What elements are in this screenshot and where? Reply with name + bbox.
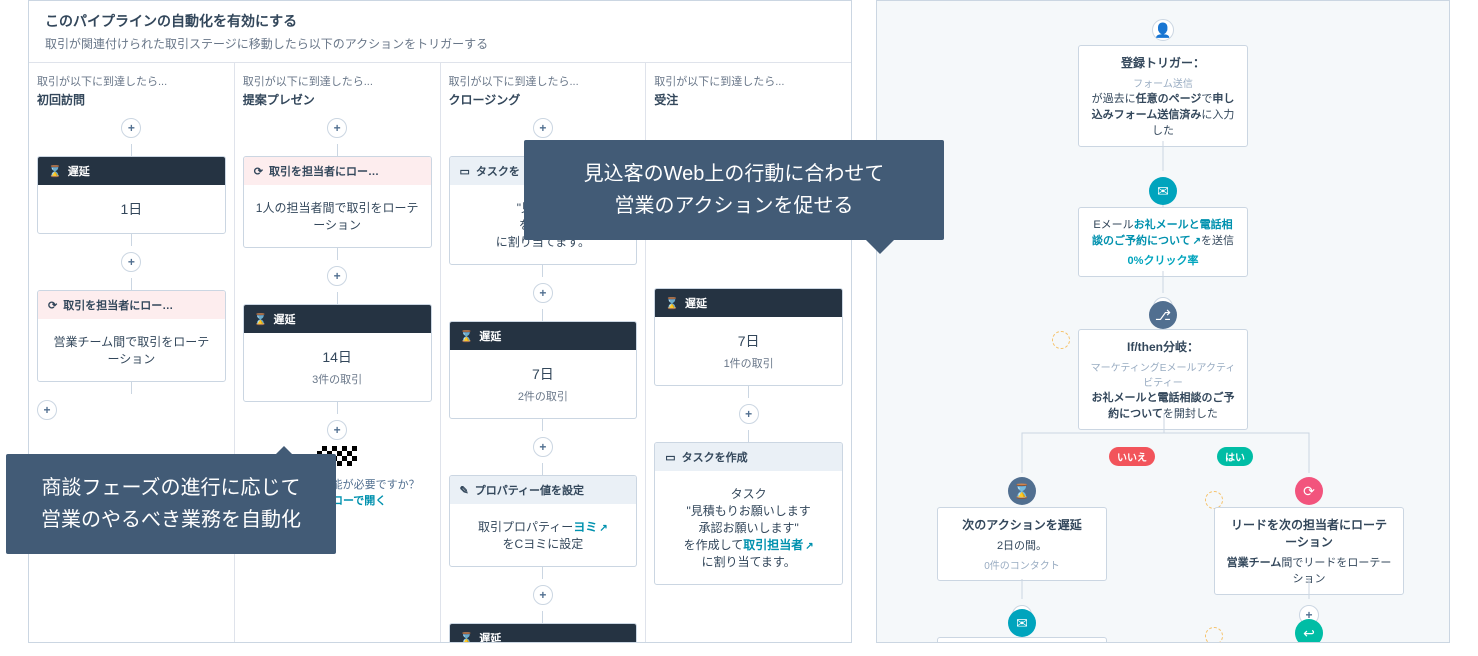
- property-link[interactable]: ヨミ: [573, 520, 607, 534]
- stage-name: 受注: [654, 91, 843, 108]
- rotate-owner-card[interactable]: ⟳取引を担当者にロー… 営業チーム間で取引をローテーション: [37, 290, 226, 382]
- delay-card[interactable]: ⌛遅延 7日1件の取引: [654, 288, 843, 386]
- add-action-button[interactable]: +: [327, 118, 347, 138]
- stage-column-proposal: 取引が以下に到達したら... 提案プレゼン + ⟳取引を担当者にロー… 1人の担…: [235, 63, 441, 643]
- stage-name: 初回訪問: [37, 91, 226, 108]
- dashed-marker-icon: [1052, 331, 1070, 349]
- add-action-button[interactable]: +: [327, 266, 347, 286]
- rotate-icon: ⟳: [254, 165, 263, 178]
- stage-prompt: 取引が以下に到達したら...: [654, 73, 843, 89]
- add-action-button[interactable]: +: [37, 400, 57, 420]
- delay-node[interactable]: 次のアクションを遅延 2日の間。 0件のコンタクト: [937, 507, 1107, 581]
- add-action-button[interactable]: +: [533, 118, 553, 138]
- rotate-owner-card[interactable]: ⟳取引を担当者にロー… 1人の担当者間で取引をローテーション: [243, 156, 432, 248]
- panel-title: このパイプラインの自動化を有効にする: [45, 11, 835, 31]
- branch-yes-label: はい: [1217, 447, 1253, 466]
- panel-subtitle: 取引が関連付けられた取引ステージに移動したら以下のアクションをトリガーする: [45, 35, 835, 52]
- stage-prompt: 取引が以下に到達したら...: [449, 73, 638, 89]
- dashed-marker-icon: [1205, 627, 1223, 643]
- hourglass-icon: ⌛: [254, 313, 268, 326]
- edit-icon: ✎: [460, 484, 469, 497]
- delay-card[interactable]: ⌛遅延: [449, 623, 638, 643]
- panel-header: このパイプラインの自動化を有効にする 取引が関連付けられた取引ステージに移動した…: [29, 1, 851, 63]
- stage-prompt: 取引が以下に到達したら...: [37, 73, 226, 89]
- delay-card[interactable]: ⌛遅延 7日2件の取引: [449, 321, 638, 419]
- stage-prompt: 取引が以下に到達したら...: [243, 73, 432, 89]
- send-email-node[interactable]: Eメールお礼メールと電話相談のご予約についてを送信 0%クリック率: [1078, 207, 1248, 277]
- if-then-branch-node[interactable]: If/then分岐： マーケティングEメールアクティビティー お礼メールと電話相…: [1078, 329, 1248, 430]
- enrollment-trigger-node[interactable]: 登録トリガー： フォーム送信 が過去に任意のページで申し込みフォーム送信済みに入…: [1078, 45, 1248, 147]
- branch-no-label: いいえ: [1109, 447, 1155, 466]
- hourglass-icon: ⌛: [460, 632, 474, 644]
- return-icon: ↩: [1295, 619, 1323, 643]
- set-property-card[interactable]: ✎プロパティー値を設定 取引プロパティーヨミ をCヨミに設定: [449, 475, 638, 567]
- add-action-button[interactable]: +: [121, 252, 141, 272]
- assignee-link[interactable]: 取引担当者: [743, 538, 813, 552]
- add-action-button[interactable]: +: [327, 420, 347, 440]
- add-action-button[interactable]: +: [739, 404, 759, 424]
- mail-icon: ✉: [1008, 609, 1036, 637]
- workflow-panel: 👤 登録トリガー： フォーム送信 が過去に任意のページで申し込みフォーム送信済み…: [876, 0, 1450, 643]
- delay-card[interactable]: ⌛遅延 1日: [37, 156, 226, 234]
- hourglass-icon: ⌛: [48, 165, 62, 178]
- rotate-icon: ⟳: [1295, 477, 1323, 505]
- stage-column-initial-visit: 取引が以下に到達したら... 初回訪問 + ⌛遅延 1日 + ⟳取引を担当者にロ…: [29, 63, 235, 643]
- send-email-node-2[interactable]: Eメール: [937, 637, 1107, 643]
- user-icon: 👤: [1152, 19, 1174, 41]
- stage-name: クロージング: [449, 91, 638, 108]
- add-action-button[interactable]: +: [121, 118, 141, 138]
- create-task-card[interactable]: ▭タスクを作成 タスク "見積もりお願いします 承認お願いします" を作成して取…: [654, 442, 843, 585]
- add-action-button[interactable]: +: [533, 283, 553, 303]
- rotate-icon: ⟳: [48, 299, 57, 312]
- add-action-button[interactable]: +: [533, 437, 553, 457]
- task-icon: ▭: [665, 451, 675, 464]
- annotation-tooltip-left: 商談フェーズの進行に応じて 営業のやるべき業務を自動化: [6, 454, 336, 554]
- branch-icon: ⎇: [1149, 301, 1177, 329]
- task-icon: ▭: [460, 165, 470, 178]
- add-action-button[interactable]: +: [533, 585, 553, 605]
- mail-icon: ✉: [1149, 177, 1177, 205]
- hourglass-icon: ⌛: [665, 297, 679, 310]
- hourglass-icon: ⌛: [1008, 477, 1036, 505]
- hourglass-icon: ⌛: [460, 330, 474, 343]
- annotation-tooltip-right: 見込客のWeb上の行動に合わせて 営業のアクションを促せる: [524, 140, 944, 240]
- stage-name: 提案プレゼン: [243, 91, 432, 108]
- delay-card[interactable]: ⌛遅延 14日3件の取引: [243, 304, 432, 402]
